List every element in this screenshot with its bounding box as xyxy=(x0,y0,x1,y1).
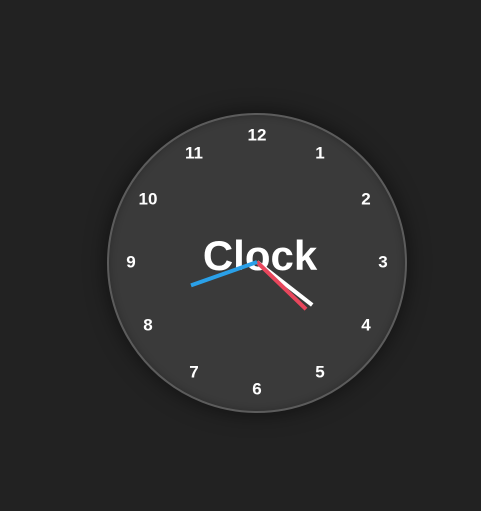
numeral-1: 1 xyxy=(315,143,325,163)
numeral-4: 4 xyxy=(361,315,371,335)
numeral-5: 5 xyxy=(315,362,325,382)
numeral-2: 2 xyxy=(361,189,371,209)
numeral-11: 11 xyxy=(185,143,203,163)
numeral-10: 10 xyxy=(138,189,158,209)
numeral-9: 9 xyxy=(126,252,136,272)
clock-page: 12 1 2 3 4 5 6 7 8 9 10 11 Clock xyxy=(0,0,481,511)
numeral-8: 8 xyxy=(143,315,153,335)
numeral-6: 6 xyxy=(252,379,262,399)
numeral-7: 7 xyxy=(189,362,199,382)
numeral-3: 3 xyxy=(378,252,388,272)
clock-title: Clock xyxy=(202,232,318,279)
numeral-12: 12 xyxy=(247,125,267,145)
